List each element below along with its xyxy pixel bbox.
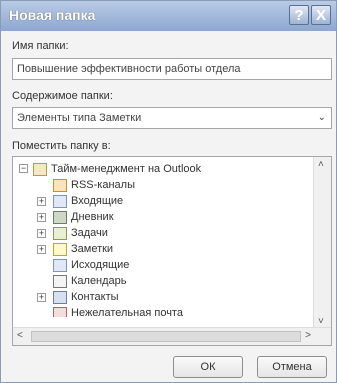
mailbox-icon (33, 162, 47, 176)
rss-folder-icon (53, 178, 67, 192)
tree-item[interactable]: + Задачи (13, 225, 313, 241)
expand-icon[interactable]: + (37, 197, 46, 206)
location-label: Поместить папку в: (12, 140, 111, 152)
tree-item-label: Календарь (71, 275, 127, 287)
help-button[interactable]: ? (289, 5, 309, 25)
folder-name-input[interactable]: Повышение эффективности работы отдела (12, 58, 332, 80)
journal-folder-icon (53, 210, 67, 224)
tree-item[interactable]: + Заметки (13, 241, 313, 257)
contacts-folder-icon (53, 290, 67, 304)
calendar-folder-icon (53, 274, 67, 288)
close-button[interactable]: X (311, 5, 331, 25)
inbox-folder-icon (53, 194, 67, 208)
folder-contents-label: Содержимое папки: (12, 90, 113, 102)
tree-item-label: Контакты (71, 291, 119, 303)
cancel-button[interactable]: Отмена (257, 356, 327, 378)
scroll-right-icon[interactable]: > (305, 330, 311, 341)
tree-item[interactable]: + Входящие (13, 193, 313, 209)
scroll-left-icon[interactable]: < (17, 330, 23, 341)
tree-item-label: Задачи (71, 227, 108, 239)
scroll-up-icon[interactable]: ˄ (318, 159, 324, 170)
expand-icon[interactable]: + (37, 229, 46, 238)
expand-icon[interactable]: + (37, 213, 46, 222)
new-folder-dialog: Новая папка ? X Имя папки: Повышение эфф… (0, 0, 337, 383)
tree-item[interactable]: + Дневник (13, 209, 313, 225)
expand-icon[interactable]: + (37, 293, 46, 302)
tree-root-label: Тайм-менеджмент на Outlook (51, 163, 202, 175)
tasks-folder-icon (53, 226, 67, 240)
outbox-folder-icon (53, 258, 67, 272)
tree-item[interactable]: Исходящие (13, 257, 313, 273)
folder-tree[interactable]: − Тайм-менеджмент на Outlook RSS-каналы … (12, 156, 332, 346)
tree-item-label: Нежелательная почта (71, 307, 183, 317)
tree-item[interactable]: + Контакты (13, 289, 313, 305)
notes-folder-icon (53, 242, 67, 256)
expand-icon[interactable]: + (37, 245, 46, 254)
vertical-scrollbar[interactable]: ˄ ˅ (313, 157, 331, 329)
tree-item-label: Входящие (71, 195, 124, 207)
tree-item[interactable]: RSS-каналы (13, 177, 313, 193)
tree-item[interactable]: Календарь (13, 273, 313, 289)
folder-contents-value: Элементы типа Заметки (17, 112, 142, 124)
folder-contents-select[interactable]: Элементы типа Заметки ⌄ (12, 107, 332, 129)
scroll-down-icon[interactable]: ˅ (318, 316, 324, 327)
dialog-title: Новая папка (9, 7, 96, 23)
tree-item-label: Дневник (71, 211, 114, 223)
title-bar: Новая папка ? X (1, 1, 336, 31)
junk-folder-icon (53, 306, 67, 317)
collapse-icon[interactable]: − (19, 164, 28, 173)
tree-item-label: Исходящие (71, 259, 130, 271)
tree-item-label: Заметки (71, 243, 114, 255)
scroll-thumb[interactable] (31, 331, 301, 342)
ok-button[interactable]: ОК (173, 356, 243, 378)
horizontal-scrollbar[interactable]: < > (13, 327, 331, 345)
tree-item[interactable]: Нежелательная почта (13, 305, 313, 317)
tree-item-label: RSS-каналы (71, 179, 135, 191)
folder-name-label: Имя папки: (12, 40, 69, 52)
chevron-down-icon[interactable]: ⌄ (318, 108, 326, 128)
